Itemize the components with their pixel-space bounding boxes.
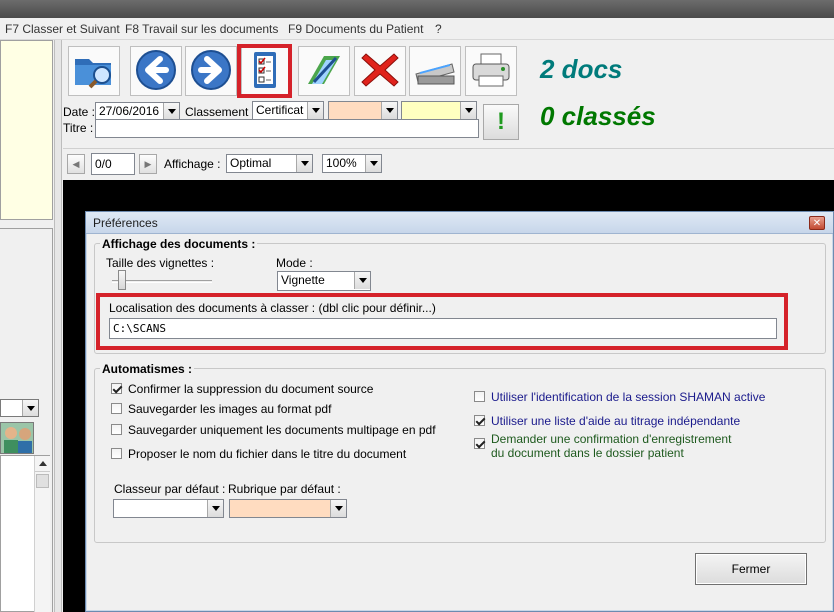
chevron-down-icon: [330, 500, 346, 517]
folder-search-icon: [72, 49, 116, 94]
rubrique-select[interactable]: [229, 499, 347, 518]
category-peach-select[interactable]: [328, 101, 398, 120]
menu-item-help[interactable]: ?: [435, 22, 442, 36]
classement-select[interactable]: Certificat: [252, 101, 324, 120]
left-info-panel: [0, 40, 53, 220]
affichage-value: Optimal: [230, 156, 272, 170]
titre-label: Titre :: [63, 121, 94, 135]
pen-edit-icon: [302, 48, 346, 95]
left-combo[interactable]: [0, 399, 39, 417]
chevron-down-icon: [296, 155, 312, 172]
confirm-save-label: Demander une confirmation d'enregistreme…: [491, 432, 732, 460]
checkbox-box: [111, 383, 122, 394]
propose-filename-checkbox[interactable]: Proposer le nom du fichier dans le titre…: [111, 447, 406, 461]
next-button[interactable]: [185, 46, 237, 96]
chevron-down-icon: [381, 102, 397, 119]
menu-bar: F7 Classer et Suivant F8 Travail sur les…: [0, 18, 834, 40]
forward-arrow-icon: [189, 48, 233, 95]
close-dialog-button[interactable]: Fermer: [695, 553, 807, 585]
previous-button[interactable]: [130, 46, 182, 96]
thumbnail-size-slider-track: [112, 280, 212, 283]
classement-label: Classement :: [185, 105, 256, 119]
print-button[interactable]: [465, 46, 517, 96]
validate-button[interactable]: !: [483, 104, 519, 140]
localisation-highlight: [96, 293, 788, 350]
save-pdf-checkbox[interactable]: Sauvegarder les images au format pdf: [111, 402, 331, 416]
checkbox-box: [111, 424, 122, 435]
title-help-list-checkbox[interactable]: Utiliser une liste d'aide au titrage ind…: [474, 414, 740, 428]
category-yellow-select[interactable]: [401, 101, 477, 120]
chevron-down-icon: [460, 102, 476, 119]
close-icon: ✕: [812, 217, 822, 229]
splitter[interactable]: [54, 40, 62, 612]
menu-item-travail-documents[interactable]: F8 Travail sur les documents: [125, 22, 278, 36]
automation-group-title: Automatismes :: [100, 362, 195, 376]
save-multipage-pdf-label: Sauvegarder uniquement les documents mul…: [128, 423, 436, 437]
menu-item-documents-patient[interactable]: F9 Documents du Patient: [288, 22, 423, 36]
checkbox-box: [111, 448, 122, 459]
prev-page-button[interactable]: ◀: [67, 154, 85, 174]
prev-page-icon: ◀: [72, 158, 80, 169]
checkbox-box: [474, 391, 485, 402]
preferences-dialog: Préférences ✕ Affichage des documents : …: [85, 211, 834, 612]
save-pdf-label: Sauvegarder les images au format pdf: [128, 402, 332, 416]
scanner-icon: [412, 50, 458, 93]
classified-counter: 0 classés: [540, 101, 656, 131]
display-group-title: Affichage des documents :: [100, 237, 258, 251]
shaman-session-checkbox[interactable]: Utiliser l'identification de la session …: [474, 390, 765, 404]
mode-value: Vignette: [281, 273, 325, 287]
checkbox-box: [474, 438, 485, 449]
date-value: 27/06/2016: [99, 104, 160, 118]
chevron-down-icon: [365, 155, 381, 172]
titre-input[interactable]: [95, 119, 479, 138]
confirm-delete-label: Confirmer la suppression du document sou…: [128, 382, 374, 396]
delete-button[interactable]: [354, 46, 406, 96]
thumbnail-size-slider[interactable]: [118, 270, 126, 290]
back-arrow-icon: [134, 48, 178, 95]
date-label: Date :: [63, 105, 96, 119]
confirm-delete-checkbox[interactable]: Confirmer la suppression du document sou…: [111, 382, 373, 396]
selected-tool-highlight: [237, 44, 292, 98]
zoom-value: 100%: [326, 156, 357, 170]
chevron-down-icon: [163, 103, 179, 120]
shaman-session-label: Utiliser l'identification de la session …: [491, 390, 766, 404]
thumbnail-size-label: Taille des vignettes :: [106, 256, 215, 270]
dialog-title-bar[interactable]: Préférences ✕: [86, 212, 833, 234]
zoom-select[interactable]: 100%: [322, 154, 382, 173]
confirm-save-checkbox[interactable]: Demander une confirmation d'enregistreme…: [474, 432, 744, 460]
menu-item-classer-suivant[interactable]: F7 Classer et Suivant: [5, 22, 120, 36]
docs-counter: 2 docs: [540, 54, 623, 84]
patient-photo-icon: [0, 422, 34, 454]
propose-filename-label: Proposer le nom du fichier dans le titre…: [128, 447, 407, 461]
classeur-label: Classeur par défaut :: [114, 482, 226, 496]
dialog-close-button[interactable]: ✕: [809, 216, 825, 230]
affichage-select[interactable]: Optimal: [226, 154, 313, 173]
save-multipage-pdf-checkbox[interactable]: Sauvegarder uniquement les documents mul…: [111, 423, 436, 437]
chevron-down-icon: [207, 500, 223, 517]
affichage-label: Affichage :: [164, 157, 221, 171]
rubrique-label: Rubrique par défaut :: [228, 482, 341, 496]
next-page-button[interactable]: ▶: [139, 154, 157, 174]
left-list-scrollbar[interactable]: [34, 456, 50, 612]
mode-label: Mode :: [276, 256, 313, 270]
chevron-down-icon: [354, 272, 370, 289]
folder-search-button[interactable]: [68, 46, 120, 96]
window-top-strip: [0, 0, 834, 18]
scan-button[interactable]: [409, 46, 461, 96]
mode-select[interactable]: Vignette: [277, 271, 371, 291]
dialog-title: Préférences: [93, 216, 158, 230]
checkbox-box: [474, 415, 485, 426]
classement-value: Certificat: [256, 103, 304, 117]
viewer-nav-bar: ◀ 0/0 ▶ Affichage : Optimal 100%: [63, 148, 834, 178]
checkbox-box: [111, 403, 122, 414]
delete-x-icon: [358, 48, 402, 95]
edit-button[interactable]: [298, 46, 350, 96]
chevron-down-icon: [307, 102, 323, 119]
title-help-list-label: Utiliser une liste d'aide au titrage ind…: [491, 414, 741, 428]
classeur-select[interactable]: [113, 499, 224, 518]
printer-icon: [469, 50, 513, 93]
page-field[interactable]: 0/0: [91, 153, 135, 175]
next-page-icon: ▶: [144, 158, 152, 169]
